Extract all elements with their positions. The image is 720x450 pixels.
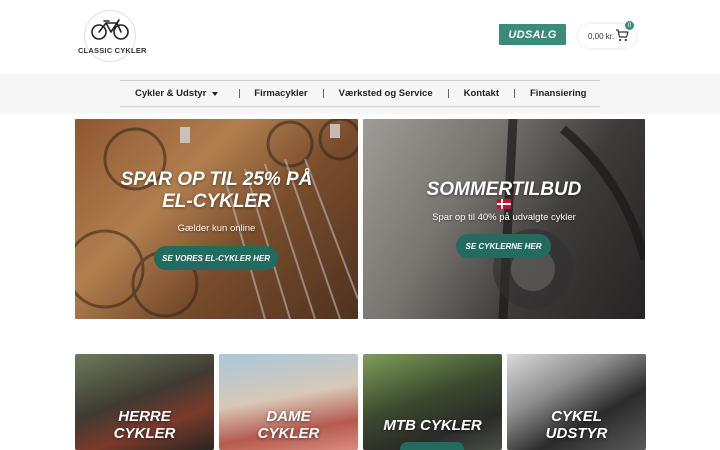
nav-item-cykler-udstyr[interactable]: Cykler & Udstyr	[135, 88, 219, 99]
hero-subtitle: Spar op til 40% på udvalgte cykler	[432, 212, 576, 223]
cart-icon	[616, 29, 629, 42]
hero-banner-sommertilbud[interactable]: SOMMERTILBUD Spar op til 40% på udvalgte…	[363, 119, 645, 319]
nav-item-finansiering[interactable]: Finansiering	[530, 88, 586, 99]
category-label-line2: CYKLER	[257, 425, 320, 442]
category-label-line1: HERRE	[118, 408, 171, 425]
danish-flag-icon	[497, 199, 511, 209]
category-label-line1: DAME	[266, 408, 311, 425]
nav-divider	[447, 89, 449, 98]
hero-cta-button[interactable]: SE CYKLERNE HER	[456, 234, 551, 258]
page: CLASSIC CYKLER UDSALG 0,00 kr. 0 Cykler …	[0, 0, 720, 450]
category-label-line2: UDSTYR	[545, 425, 608, 442]
category-label-line1: CYKEL	[551, 408, 602, 425]
hero-title: SOMMERTILBUD	[426, 179, 582, 200]
main-nav: Cykler & Udstyr Firmacykler Værksted og …	[120, 80, 600, 107]
site-header: CLASSIC CYKLER UDSALG 0,00 kr. 0	[0, 0, 720, 74]
nav-item-kontakt[interactable]: Kontakt	[464, 88, 499, 99]
hero-cta-button[interactable]: SE VORES EL-CYKLER HER	[154, 246, 278, 270]
nav-item-vaerksted[interactable]: Værksted og Service	[339, 88, 433, 99]
cart-total: 0,00 kr.	[588, 31, 615, 41]
nav-item-label: Kontakt	[463, 88, 499, 99]
nav-divider	[322, 89, 324, 98]
nav-divider	[514, 89, 515, 98]
chevron-down-icon	[212, 91, 219, 96]
hero-subtitle: Gælder kun online	[177, 223, 256, 234]
nav-item-label: Værksted og Service	[338, 88, 433, 99]
nav-divider	[239, 89, 241, 98]
nav-item-label: Cykler & Udstyr	[135, 88, 207, 99]
cart-button[interactable]: 0,00 kr. 0	[578, 21, 636, 48]
category-label-line1: MTB CYKLER	[383, 417, 482, 434]
category-cta-button[interactable]	[400, 442, 464, 450]
nav-item-label: Firmacykler	[254, 88, 308, 99]
sale-button[interactable]: UDSALG	[499, 24, 566, 45]
category-tile-mtb-cykler[interactable]: MTB CYKLER	[363, 354, 502, 450]
hero-title-line2: EL-CYKLER	[162, 191, 271, 212]
category-tile-dame-cykler[interactable]: DAME CYKLER	[219, 354, 358, 450]
category-label-line2: CYKLER	[113, 425, 176, 442]
hero-title-line1: SPAR OP TIL 25% PÅ	[120, 169, 313, 190]
hero-banner-el-cykler[interactable]: SPAR OP TIL 25% PÅ EL-CYKLER Gælder kun …	[75, 119, 358, 319]
category-tile-herre-cykler[interactable]: HERRE CYKLER	[75, 354, 214, 450]
logo-text: CLASSIC CYKLER	[78, 46, 147, 55]
nav-item-firmacykler[interactable]: Firmacykler	[254, 88, 307, 99]
cart-count-badge: 0	[625, 21, 634, 30]
nav-item-label: Finansiering	[530, 88, 587, 99]
category-tile-cykel-udstyr[interactable]: CYKEL UDSTYR	[507, 354, 646, 450]
hero-overlay	[75, 119, 358, 319]
site-logo[interactable]: CLASSIC CYKLER	[78, 10, 147, 64]
bicycle-logo-icon	[91, 19, 129, 40]
